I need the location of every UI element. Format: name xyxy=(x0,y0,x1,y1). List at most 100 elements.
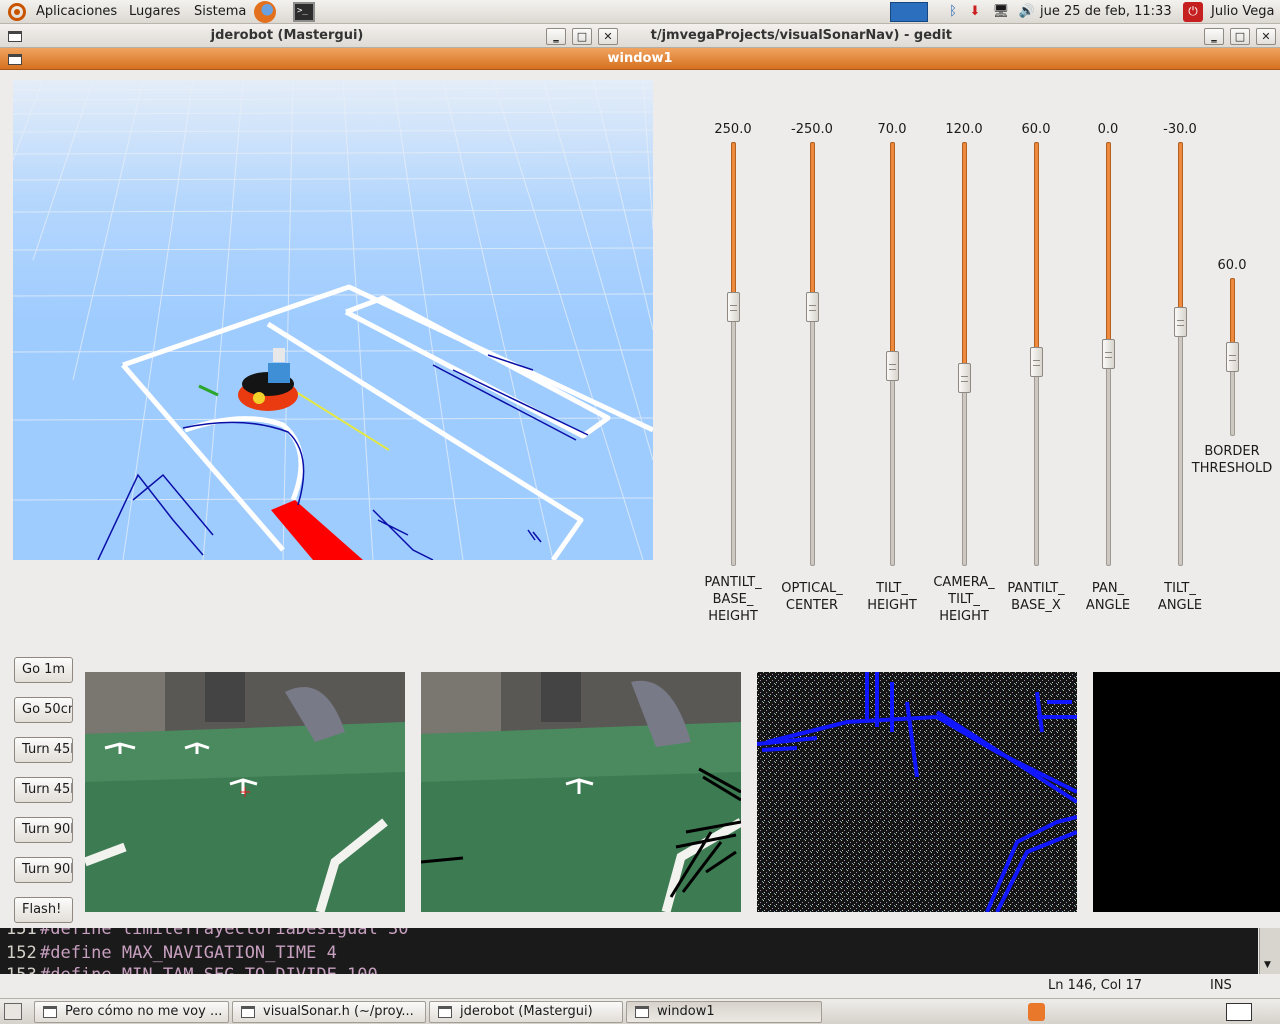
simulator-scene xyxy=(13,80,653,560)
cursor-position: Ln 146, Col 17 xyxy=(1048,978,1143,993)
clock[interactable]: jue 25 de feb, 11:33 xyxy=(1040,0,1172,24)
slider-knob[interactable] xyxy=(1030,347,1043,377)
task-window1[interactable]: window1 xyxy=(626,1001,822,1023)
line-text: #define MAX_NAVIGATION_TIME 4 xyxy=(40,943,337,963)
camera-image-edges xyxy=(757,672,1077,912)
slider-label: PANTILT_ BASE_X xyxy=(1007,581,1065,613)
slider-value: 250.0 xyxy=(714,122,752,137)
editor-line: 152 #define MAX_NAVIGATION_TIME 4 xyxy=(0,942,337,964)
gedit-minimize-button[interactable]: ‗ xyxy=(1204,28,1224,45)
editor-line: 151 #define limiteTrayectoriaDesigual 30 xyxy=(0,928,408,940)
line-number: 152 xyxy=(6,943,37,963)
line-number: 151 xyxy=(6,928,37,939)
slider-value: 0.0 xyxy=(1097,122,1119,137)
slider-value: 70.0 xyxy=(877,122,907,137)
slider-knob[interactable] xyxy=(806,292,819,322)
volume-icon[interactable]: 🔊 xyxy=(1018,3,1036,21)
slider-fill xyxy=(1230,278,1235,346)
terminal-icon[interactable]: >_ xyxy=(293,2,315,22)
camera-image-processed xyxy=(421,672,741,912)
minimize-button[interactable]: ‗ xyxy=(546,28,566,45)
slider-fill xyxy=(890,142,895,355)
simulator-3d-view[interactable] xyxy=(13,80,653,560)
line-text: #define MIN_TAM_SEG_TO_DIVIDE 100 xyxy=(40,965,378,974)
task-window-icon xyxy=(635,1006,649,1018)
slider-knob[interactable] xyxy=(727,292,740,322)
camera-edges-scene xyxy=(757,672,1077,912)
gedit-titlebar[interactable]: t/jmvegaProjects/visualSonarNav) - gedit… xyxy=(622,24,1280,48)
gedit-editor[interactable]: 151 #define limiteTrayectoriaDesigual 30 … xyxy=(0,928,1258,974)
slider-value: 60.0 xyxy=(1021,122,1051,137)
close-button[interactable]: ✕ xyxy=(598,28,618,45)
slider-label: TILT_ ANGLE xyxy=(1157,581,1203,613)
slider-knob[interactable] xyxy=(1102,339,1115,369)
workspace-icon[interactable] xyxy=(1226,1003,1252,1021)
task-label: visualSonar.h (~/proy... xyxy=(263,1004,414,1019)
firefox-icon[interactable] xyxy=(254,1,276,23)
user-name[interactable]: Julio Vega xyxy=(1211,0,1274,24)
cmd-button-5[interactable]: Turn 90L xyxy=(14,857,73,883)
slider-label: OPTICAL_ CENTER xyxy=(781,581,843,613)
slider-label: BORDER THRESHOLD xyxy=(1191,444,1273,476)
ubuntu-logo-icon[interactable] xyxy=(8,3,26,21)
slider-knob[interactable] xyxy=(1174,307,1187,337)
task-mastergui[interactable]: jderobot (Mastergui) xyxy=(429,1001,623,1023)
cmd-button-0[interactable]: Go 1m xyxy=(14,657,73,683)
slider-label: CAMERA_ TILT_ HEIGHT xyxy=(933,575,995,624)
slider-fill xyxy=(731,142,736,296)
maximize-button[interactable]: □ xyxy=(572,28,592,45)
camera-image-black xyxy=(1093,672,1280,912)
gedit-statusbar: Ln 146, Col 17 INS xyxy=(0,974,1280,998)
slider-knob[interactable] xyxy=(958,363,971,393)
slider-fill xyxy=(962,142,967,367)
trash-icon[interactable] xyxy=(1028,1003,1045,1021)
mastergui-titlebar[interactable]: jderobot (Mastergui) ‗ □ ✕ xyxy=(0,24,622,48)
slider-label: TILT_ HEIGHT xyxy=(867,581,917,613)
slider-knob[interactable] xyxy=(886,351,899,381)
task-window-icon xyxy=(438,1006,452,1018)
camera-processed-scene xyxy=(421,672,741,912)
update-icon[interactable]: ⬇ xyxy=(966,3,984,21)
power-icon[interactable]: ⏻ xyxy=(1183,2,1203,22)
menu-aplicaciones[interactable]: Aplicaciones xyxy=(36,0,117,24)
window1-title: window1 xyxy=(607,51,673,66)
slider-knob[interactable] xyxy=(1226,342,1239,372)
insert-mode: INS xyxy=(1210,978,1232,993)
slider-label: PANTILT_ BASE_ HEIGHT xyxy=(704,575,762,624)
menu-sistema[interactable]: Sistema xyxy=(194,0,246,24)
cmd-button-6[interactable]: Flash! xyxy=(14,897,73,923)
gedit-maximize-button[interactable]: □ xyxy=(1230,28,1250,45)
slider-value: 120.0 xyxy=(945,122,983,137)
gedit-title: t/jmvegaProjects/visualSonarNav) - gedit xyxy=(650,28,952,43)
editor-line: 153#define MIN_TAM_SEG_TO_DIVIDE 100 xyxy=(0,964,378,974)
slider-fill xyxy=(1106,142,1111,343)
task-window-icon xyxy=(43,1006,57,1018)
slider-label: PAN_ ANGLE xyxy=(1085,581,1131,613)
mastergui-title: jderobot (Mastergui) xyxy=(210,28,364,43)
bottom-taskbar: Pero cómo no me voy ... visualSonar.h (~… xyxy=(0,998,1280,1024)
scroll-down-icon[interactable]: ▼ xyxy=(1264,960,1271,970)
task-gedit[interactable]: visualSonar.h (~/proy... xyxy=(232,1001,426,1023)
gedit-close-button[interactable]: ✕ xyxy=(1256,28,1276,45)
cmd-button-4[interactable]: Turn 90R xyxy=(14,817,73,843)
line-text: #define limiteTrayectoriaDesigual 30 xyxy=(40,928,409,939)
top-panel: Aplicaciones Lugares Sistema >_ ᛒ ⬇ 🖥 🔊 … xyxy=(0,0,1280,24)
editor-scrollbar[interactable]: ▼ xyxy=(1259,928,1280,974)
window1-menu-icon[interactable] xyxy=(8,54,22,65)
network-icon[interactable]: 🖥 xyxy=(992,3,1010,21)
window1-titlebar[interactable]: window1 xyxy=(0,48,1280,70)
workspace-switcher[interactable] xyxy=(890,2,928,22)
task-label: Pero cómo no me voy ... xyxy=(65,1004,223,1019)
slider-fill xyxy=(1034,142,1039,351)
task-label: jderobot (Mastergui) xyxy=(460,1004,593,1019)
show-desktop-icon[interactable] xyxy=(4,1003,22,1020)
bluetooth-icon[interactable]: ᛒ xyxy=(944,3,962,21)
task-label: window1 xyxy=(657,1004,715,1019)
cmd-button-3[interactable]: Turn 45L xyxy=(14,777,73,803)
line-number: 153 xyxy=(0,964,40,974)
task-firefox[interactable]: Pero cómo no me voy ... xyxy=(34,1001,229,1023)
cmd-button-1[interactable]: Go 50cm xyxy=(14,697,73,723)
cmd-button-2[interactable]: Turn 45R xyxy=(14,737,73,763)
camera-image-left xyxy=(85,672,405,912)
menu-lugares[interactable]: Lugares xyxy=(129,0,180,24)
